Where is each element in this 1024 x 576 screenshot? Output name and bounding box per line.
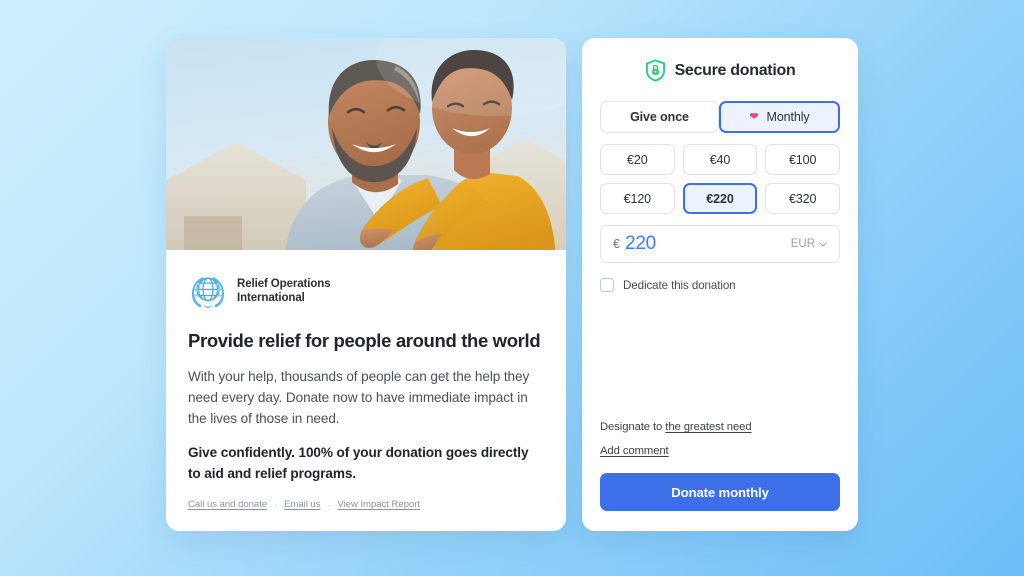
campaign-description: With your help, thousands of people can … bbox=[188, 369, 530, 426]
shield-lock-icon bbox=[645, 59, 665, 82]
monthly-label: Monthly bbox=[766, 110, 810, 124]
dedicate-donation-row[interactable]: Dedicate this donation bbox=[600, 278, 840, 292]
page-root: Relief Operations International Provide … bbox=[0, 0, 1024, 576]
dedicate-label: Dedicate this donation bbox=[623, 278, 736, 292]
amount-option-20[interactable]: €20 bbox=[600, 144, 675, 175]
page-title: Provide relief for people around the wor… bbox=[188, 330, 541, 352]
campaign-card: Relief Operations International Provide … bbox=[166, 38, 566, 531]
organization-name-line1: Relief Operations bbox=[237, 277, 331, 290]
separator-dot: · bbox=[274, 499, 278, 510]
email-us-link[interactable]: Email us bbox=[284, 499, 320, 510]
hero-photo bbox=[166, 38, 566, 251]
amount-option-100[interactable]: €100 bbox=[765, 144, 840, 175]
amount-option-40[interactable]: €40 bbox=[682, 144, 758, 175]
custom-amount-field[interactable]: € 220 EUR bbox=[600, 225, 840, 263]
organization: Relief Operations International bbox=[188, 272, 544, 310]
organization-name: Relief Operations International bbox=[237, 277, 331, 306]
amount-preset-grid: €20 €40 €100 €120 €220 €320 bbox=[600, 144, 840, 214]
hero-photo-illustration bbox=[166, 38, 566, 251]
designate-prefix: Designate to bbox=[600, 421, 666, 433]
currency-selector[interactable]: EUR bbox=[791, 238, 827, 250]
impact-report-link[interactable]: View Impact Report bbox=[337, 499, 420, 510]
dedicate-checkbox[interactable] bbox=[600, 278, 614, 292]
secure-donation-header: Secure donation bbox=[600, 59, 840, 82]
secure-donation-title: Secure donation bbox=[674, 61, 796, 79]
campaign-footer-links: Call us and donate · Email us · View Imp… bbox=[188, 499, 544, 531]
amount-option-120[interactable]: €120 bbox=[600, 183, 675, 214]
campaign-body: Relief Operations International Provide … bbox=[166, 250, 566, 531]
currency-code-label: EUR bbox=[790, 238, 815, 250]
give-once-label: Give once bbox=[630, 110, 689, 124]
amount-option-320[interactable]: €320 bbox=[765, 183, 840, 214]
organization-name-line2: International bbox=[237, 292, 305, 305]
campaign-assurance: Give confidently. 100% of your donation … bbox=[188, 445, 529, 482]
separator-dot: · bbox=[327, 499, 331, 510]
amount-input[interactable]: 220 bbox=[625, 233, 656, 255]
currency-symbol: € bbox=[613, 237, 620, 251]
give-once-button[interactable]: Give once bbox=[600, 101, 719, 133]
amount-option-220[interactable]: €220 bbox=[682, 183, 758, 214]
monthly-button[interactable]: ❤ Monthly bbox=[719, 101, 840, 133]
chevron-down-icon bbox=[819, 241, 827, 247]
heart-icon: ❤ bbox=[749, 110, 759, 123]
donation-form-card: Secure donation Give once ❤ Monthly €20 … bbox=[582, 38, 858, 531]
add-comment-link[interactable]: Add comment bbox=[600, 445, 840, 457]
donate-button[interactable]: Donate monthly bbox=[600, 473, 840, 511]
designate-link[interactable]: the greatest need bbox=[665, 421, 751, 433]
form-spacer bbox=[600, 292, 840, 421]
designate-row: Designate to the greatest need bbox=[600, 421, 840, 433]
frequency-toggle: Give once ❤ Monthly bbox=[600, 101, 840, 133]
call-us-link[interactable]: Call us and donate bbox=[188, 499, 267, 510]
un-globe-laurel-icon bbox=[191, 277, 225, 309]
